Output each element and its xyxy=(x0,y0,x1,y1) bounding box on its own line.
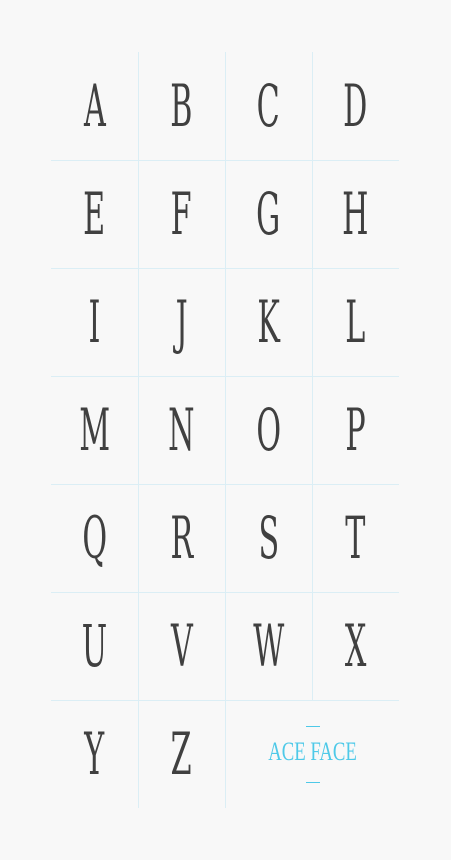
glyph-letter: D xyxy=(343,72,368,140)
glyph-letter: Q xyxy=(82,504,107,572)
glyph-cell-n: N xyxy=(138,376,225,484)
glyph-cell-o: O xyxy=(225,376,312,484)
glyph-letter: Z xyxy=(171,720,192,788)
glyph-cell-i: I xyxy=(51,268,138,376)
glyph-cell-d: D xyxy=(312,52,399,160)
brand-top-rule xyxy=(306,726,320,727)
glyph-cell-m: M xyxy=(51,376,138,484)
glyph-cell-p: P xyxy=(312,376,399,484)
glyph-letter: R xyxy=(170,504,193,572)
glyph-letter: K xyxy=(257,288,280,356)
glyph-letter: S xyxy=(258,504,279,572)
glyph-cell-g: G xyxy=(225,160,312,268)
glyph-letter: Y xyxy=(84,720,105,788)
glyph-cell-y: Y xyxy=(51,700,138,808)
brand-bottom-rule xyxy=(306,782,320,783)
brand-name-text: ACE FACE xyxy=(268,737,358,766)
glyph-cell-l: L xyxy=(312,268,399,376)
glyph-letter: C xyxy=(256,72,281,140)
glyph-letter: A xyxy=(83,72,106,140)
glyph-cell-k: K xyxy=(225,268,312,376)
glyph-letter: T xyxy=(345,504,366,572)
glyph-cell-u: U xyxy=(51,592,138,700)
glyph-cell-c: C xyxy=(225,52,312,160)
glyph-cell-q: Q xyxy=(51,484,138,592)
glyph-cell-s: S xyxy=(225,484,312,592)
glyph-cell-a: A xyxy=(51,52,138,160)
glyph-cell-h: H xyxy=(312,160,399,268)
glyph-letter: L xyxy=(345,288,366,356)
glyph-letter: X xyxy=(344,612,367,680)
glyph-cell-b: B xyxy=(138,52,225,160)
glyph-grid: ABCD EFGH I J KL MNOP QRST UVWX YZ xyxy=(51,52,399,808)
glyph-letter: G xyxy=(256,180,281,248)
brand-name: ACE FACE xyxy=(226,739,400,765)
glyph-cell-x: X xyxy=(312,592,399,700)
glyph-letter: V xyxy=(170,612,193,680)
glyph-letter: N xyxy=(168,396,195,464)
glyph-cell-e: E xyxy=(51,160,138,268)
glyph-cell-r: R xyxy=(138,484,225,592)
glyph-letter: B xyxy=(170,72,193,140)
glyph-cell-v: V xyxy=(138,592,225,700)
glyph-cell-j: J xyxy=(138,268,225,376)
glyph-letter: H xyxy=(342,180,369,248)
glyph-letter: J xyxy=(175,288,188,356)
glyph-cell-w: W xyxy=(225,592,312,700)
glyph-cell-f: F xyxy=(138,160,225,268)
glyph-letter: I xyxy=(88,288,101,356)
glyph-letter: E xyxy=(83,180,106,248)
glyph-letter: M xyxy=(79,396,110,464)
glyph-letter: F xyxy=(171,180,192,248)
glyph-letter: W xyxy=(252,612,285,680)
glyph-cell-z: Z xyxy=(138,700,225,808)
glyph-letter: P xyxy=(345,396,366,464)
brand-mark: ACE FACE xyxy=(226,726,400,786)
glyph-letter: O xyxy=(256,396,281,464)
glyph-cell-t: T xyxy=(312,484,399,592)
glyph-letter: U xyxy=(81,612,108,680)
